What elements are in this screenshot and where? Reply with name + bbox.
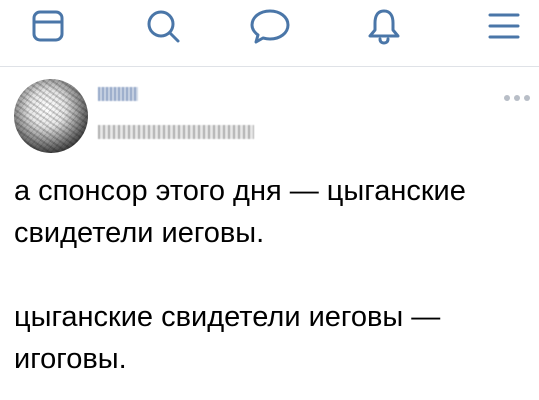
search-icon xyxy=(147,10,180,43)
notifications-icon xyxy=(368,9,400,45)
menu-icon xyxy=(488,13,520,39)
messages-tab[interactable] xyxy=(242,4,298,48)
post-header xyxy=(0,67,539,167)
more-button[interactable] xyxy=(502,89,532,107)
avatar[interactable] xyxy=(14,79,88,153)
news-icon xyxy=(32,10,64,42)
more-icon xyxy=(504,95,530,101)
post-date-redacted xyxy=(98,125,254,139)
author-name-redacted[interactable] xyxy=(98,87,138,101)
post-paragraph: цыганские свидетели иеговы — игоговы. xyxy=(14,301,441,375)
messages-icon xyxy=(250,9,290,44)
post-text: а спонсор этого дня — цыганские свидетел… xyxy=(14,170,529,380)
bottom-nav-bar xyxy=(0,0,539,62)
post-paragraph: а спонсор этого дня — цыганские свидетел… xyxy=(14,175,466,249)
avatar-blur xyxy=(14,79,88,153)
search-tab[interactable] xyxy=(135,4,191,48)
news-tab[interactable] xyxy=(20,4,76,48)
notifications-tab[interactable] xyxy=(356,4,412,48)
menu-tab[interactable] xyxy=(476,4,532,48)
